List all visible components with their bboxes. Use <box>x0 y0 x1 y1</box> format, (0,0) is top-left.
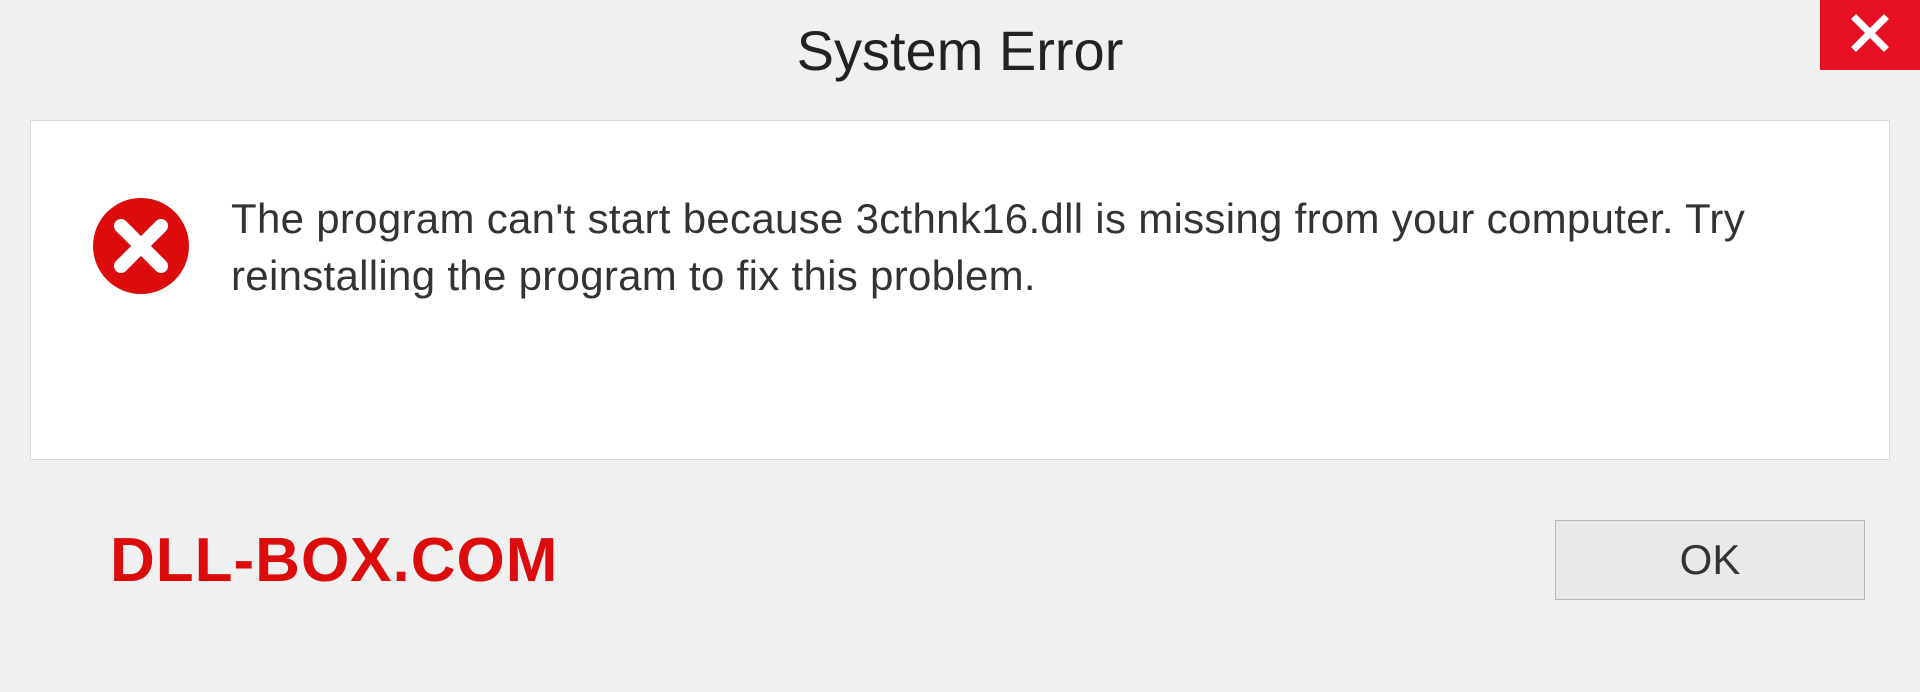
close-icon <box>1850 13 1890 58</box>
watermark-text: DLL-BOX.COM <box>110 525 558 596</box>
close-button[interactable] <box>1820 0 1920 70</box>
ok-button[interactable]: OK <box>1555 520 1865 600</box>
dialog-title: System Error <box>797 18 1124 83</box>
error-icon <box>91 196 191 296</box>
error-message: The program can't start because 3cthnk16… <box>231 191 1839 304</box>
titlebar: System Error <box>0 0 1920 100</box>
dialog-footer: DLL-BOX.COM OK <box>30 460 1890 660</box>
dialog-content: The program can't start because 3cthnk16… <box>30 120 1890 460</box>
